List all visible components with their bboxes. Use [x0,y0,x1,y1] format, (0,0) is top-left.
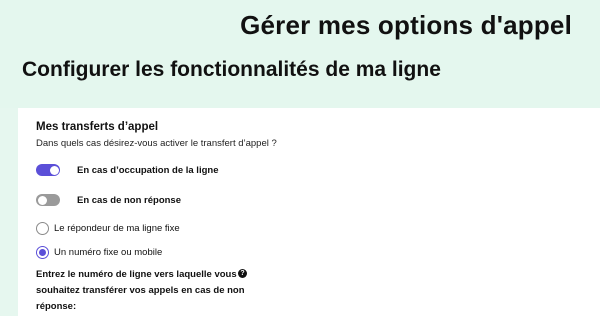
toggle-row-no-answer: En cas de non réponse [36,194,181,206]
busy-transfer-label: En cas d’occupation de la ligne [77,164,219,176]
radio-selected-dot [39,249,46,256]
toggle-row-busy: En cas d’occupation de la ligne [36,164,218,176]
toggle-knob [49,165,59,175]
card-subtitle: Dans quels cas désirez-vous activer le t… [36,138,277,149]
voicemail-radio-label[interactable]: Le répondeur de ma ligne fixe [54,223,180,234]
phone-number-radio[interactable] [36,246,49,259]
radio-row-number: Un numéro fixe ou mobile [36,246,162,259]
no-answer-transfer-toggle[interactable] [36,194,60,206]
busy-transfer-toggle[interactable] [36,164,60,176]
card-title: Mes transferts d’appel [36,121,159,133]
call-transfer-card: Mes transferts d’appel Dans quels cas dé… [18,108,600,316]
page-title: Gérer mes options d'appel [240,10,572,40]
radio-row-voicemail: Le répondeur de ma ligne fixe [36,222,180,235]
help-icon[interactable]: ? [238,269,247,278]
phone-number-radio-label[interactable]: Un numéro fixe ou mobile [54,247,162,258]
voicemail-radio[interactable] [36,222,49,235]
toggle-knob [37,195,47,205]
no-answer-transfer-label: En cas de non réponse [77,194,181,206]
section-title: Configurer les fonctionnalités de ma lig… [22,58,441,81]
